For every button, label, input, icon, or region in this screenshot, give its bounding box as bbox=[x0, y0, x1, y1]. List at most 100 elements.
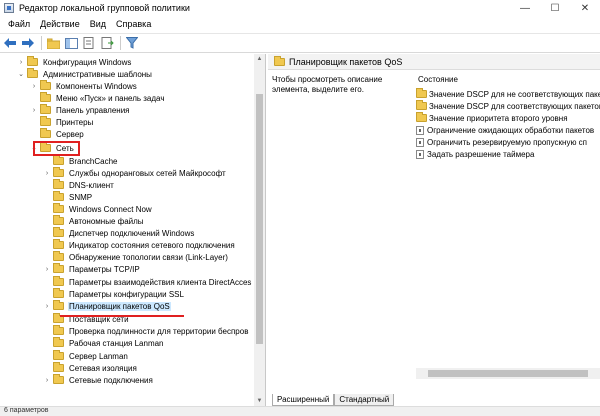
maximize-button[interactable]: ☐ bbox=[540, 0, 570, 16]
tree-item-tcpip[interactable]: › Параметры TCP/IP bbox=[43, 263, 141, 275]
menu-view[interactable]: Вид bbox=[85, 19, 111, 29]
tree-item-label: Службы одноранговых сетей Майкрософт bbox=[69, 168, 226, 178]
export-list-icon[interactable] bbox=[99, 35, 115, 51]
expand-icon[interactable]: › bbox=[43, 170, 51, 177]
list-item[interactable]: Значение приоритета второго уровня bbox=[416, 112, 600, 124]
scroll-thumb[interactable] bbox=[428, 370, 588, 377]
folder-icon bbox=[53, 251, 64, 261]
expand-icon[interactable]: › bbox=[43, 266, 51, 273]
title-bar: Редактор локальной групповой политики — … bbox=[0, 0, 600, 16]
tree-item-branchcache[interactable]: BranchCache bbox=[43, 155, 118, 167]
menu-action[interactable]: Действие bbox=[35, 19, 85, 29]
list-item[interactable]: Значение DSCP для не соответствующих пак… bbox=[416, 88, 600, 100]
tree-item-link-layer-topology[interactable]: Обнаружение топологии связи (Link-Layer) bbox=[43, 251, 229, 263]
properties-icon[interactable] bbox=[81, 35, 97, 51]
show-hide-tree-icon[interactable] bbox=[63, 35, 79, 51]
up-folder-icon[interactable] bbox=[45, 35, 61, 51]
tree-item-windows-components[interactable]: › Компоненты Windows bbox=[30, 80, 138, 92]
toolbar-separator bbox=[120, 36, 121, 50]
tree-item-network-status-indicator[interactable]: Индикатор состояния сетевого подключения bbox=[43, 239, 236, 251]
folder-icon bbox=[416, 112, 427, 122]
tree-item-peer-networking[interactable]: › Службы одноранговых сетей Майкрософт bbox=[43, 167, 227, 179]
folder-icon bbox=[53, 203, 64, 213]
tree-item-network-connections[interactable]: › Сетевые подключения bbox=[43, 374, 154, 386]
details-header: Планировщик пакетов QoS bbox=[268, 54, 600, 70]
list-item[interactable]: Значение DSCP для соответствующих пакето… bbox=[416, 100, 600, 112]
folder-icon bbox=[53, 179, 64, 189]
tree-item-label: Параметры TCP/IP bbox=[69, 264, 140, 274]
tree-item-server[interactable]: Сервер bbox=[30, 128, 85, 140]
gpedit-app-icon bbox=[4, 3, 14, 13]
window-title: Редактор локальной групповой политики bbox=[19, 3, 190, 13]
folder-icon bbox=[53, 227, 64, 237]
tree-item-printers[interactable]: Принтеры bbox=[30, 116, 94, 128]
tree-item-label: DNS-клиент bbox=[69, 180, 114, 190]
list-item[interactable]: Ограничить резервируемую пропускную сп bbox=[416, 136, 600, 148]
tree-item-admin-templates[interactable]: ⌄ Административные шаблоны bbox=[17, 68, 153, 80]
back-arrow-icon[interactable] bbox=[2, 35, 18, 51]
expand-icon[interactable]: › bbox=[43, 303, 51, 310]
tree-item-hotspot-auth[interactable]: Проверка подлинности для территории бесп… bbox=[43, 325, 249, 337]
tree-item-lanman-workstation[interactable]: Рабочая станция Lanman bbox=[43, 337, 165, 349]
qos-highlight-underline bbox=[60, 315, 184, 317]
policy-tree-pane[interactable]: › Конфигурация Windows ⌄ Административны… bbox=[0, 54, 266, 406]
menu-file[interactable]: Файл bbox=[3, 19, 35, 29]
minimize-button[interactable]: — bbox=[510, 0, 540, 16]
expand-icon[interactable]: › bbox=[43, 377, 51, 384]
tree-item-label: Автономные файлы bbox=[69, 216, 144, 226]
column-header-state[interactable]: Состояние bbox=[418, 75, 458, 84]
tree-item-snmp[interactable]: SNMP bbox=[43, 191, 93, 203]
tree-item-label: Индикатор состояния сетевого подключения bbox=[69, 240, 235, 250]
folder-icon bbox=[27, 56, 38, 66]
tree-item-ssl-config[interactable]: Параметры конфигурации SSL bbox=[43, 288, 185, 300]
scroll-thumb[interactable] bbox=[256, 94, 263, 344]
folder-icon bbox=[40, 128, 51, 138]
tree-item-control-panel[interactable]: › Панель управления bbox=[30, 104, 131, 116]
description-text: Чтобы просмотреть описание элемента, выд… bbox=[272, 75, 383, 94]
tree-item-lanman-server[interactable]: Сервер Lanman bbox=[43, 350, 129, 362]
toolbar bbox=[0, 33, 600, 53]
policy-setting-icon bbox=[416, 125, 424, 135]
forward-arrow-icon[interactable] bbox=[20, 35, 36, 51]
settings-list: Значение DSCP для не соответствующих пак… bbox=[416, 88, 600, 160]
list-item[interactable]: Ограничение ожидающих обработки пакетов bbox=[416, 124, 600, 136]
details-horizontal-scrollbar[interactable] bbox=[416, 368, 600, 379]
folder-icon bbox=[416, 88, 427, 98]
list-item[interactable]: Задать разрешение таймера bbox=[416, 148, 600, 160]
close-button[interactable]: ✕ bbox=[570, 0, 600, 16]
menu-help[interactable]: Справка bbox=[111, 19, 156, 29]
tree-item-start-menu[interactable]: Меню «Пуск» и панель задач bbox=[30, 92, 165, 104]
scroll-up-icon[interactable]: ▲ bbox=[254, 54, 265, 64]
folder-icon bbox=[53, 362, 64, 372]
filter-icon[interactable] bbox=[124, 35, 140, 51]
tree-item-dns-client[interactable]: DNS-клиент bbox=[43, 179, 115, 191]
tree-item-connection-manager[interactable]: Диспетчер подключений Windows bbox=[43, 227, 195, 239]
expand-icon[interactable]: › bbox=[30, 107, 38, 114]
tree-item-offline-files[interactable]: Автономные файлы bbox=[43, 215, 145, 227]
tree-item-label: Обнаружение топологии связи (Link-Layer) bbox=[69, 252, 228, 262]
tree-item-directaccess[interactable]: Параметры взаимодействия клиента DirectA… bbox=[43, 276, 252, 288]
collapse-icon[interactable]: ⌄ bbox=[17, 70, 25, 78]
tab-extended[interactable]: Расширенный bbox=[272, 394, 335, 406]
folder-icon bbox=[274, 55, 285, 66]
expand-icon[interactable]: › bbox=[17, 59, 25, 66]
tree-item-windows-connect-now[interactable]: Windows Connect Now bbox=[43, 203, 153, 215]
scroll-down-icon[interactable]: ▼ bbox=[254, 396, 265, 406]
folder-icon bbox=[53, 288, 64, 298]
tree-item-windows-config[interactable]: › Конфигурация Windows bbox=[17, 56, 132, 68]
tab-standard[interactable]: Стандартный bbox=[334, 394, 395, 406]
view-tabs: Расширенный Стандартный bbox=[272, 394, 395, 406]
policy-setting-icon bbox=[416, 149, 424, 159]
tree-item-qos-scheduler[interactable]: › Планировщик пакетов QoS bbox=[43, 300, 171, 312]
expand-icon[interactable]: › bbox=[30, 83, 38, 90]
tree-item-label: Параметры взаимодействия клиента DirectA… bbox=[69, 277, 252, 287]
list-item-label: Значение DSCP для не соответствующих пак… bbox=[429, 89, 600, 99]
status-bar: 6 параметров bbox=[0, 406, 600, 416]
tree-vertical-scrollbar[interactable]: ▲ ▼ bbox=[254, 54, 265, 406]
folder-icon bbox=[53, 276, 64, 286]
tree-item-label: Панель управления bbox=[56, 105, 130, 115]
tree-item-label: Сервер bbox=[56, 129, 84, 139]
folder-icon bbox=[53, 350, 64, 360]
tree-item-label: Диспетчер подключений Windows bbox=[69, 228, 195, 238]
tree-item-network-isolation[interactable]: Сетевая изоляция bbox=[43, 362, 138, 374]
